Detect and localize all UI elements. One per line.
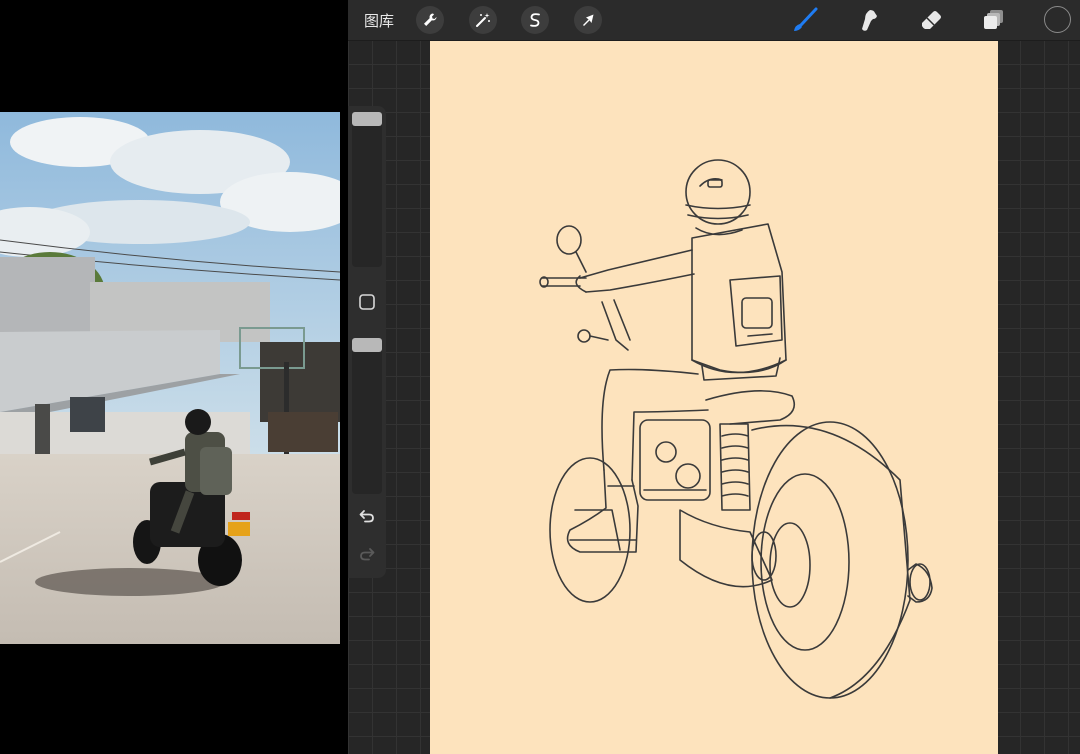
adjustments-button[interactable] xyxy=(469,6,497,34)
modify-button[interactable] xyxy=(357,292,377,312)
opacity-knob[interactable] xyxy=(352,338,382,352)
eraser-icon xyxy=(922,11,941,29)
smudge-tool[interactable] xyxy=(852,4,884,36)
smudge-icon xyxy=(862,10,877,31)
top-toolbar: 图库 xyxy=(348,0,1080,41)
brush-size-slider[interactable] xyxy=(352,112,382,267)
color-picker-button[interactable] xyxy=(1044,6,1071,33)
drawing-canvas[interactable] xyxy=(430,40,998,754)
procreate-app: 图库 xyxy=(348,0,1080,754)
selection-button[interactable] xyxy=(521,6,549,34)
reference-photo xyxy=(0,112,340,644)
sidebar xyxy=(348,106,386,578)
wrench-icon xyxy=(424,13,437,26)
layers-icon xyxy=(984,10,1003,29)
undo-icon xyxy=(359,510,374,523)
modify-square-icon xyxy=(359,294,375,310)
gallery-button[interactable]: 图库 xyxy=(364,10,394,31)
redo-button[interactable] xyxy=(357,544,377,564)
opacity-slider[interactable] xyxy=(352,338,382,494)
arrow-cursor-icon xyxy=(583,14,594,26)
transform-button[interactable] xyxy=(574,6,602,34)
actions-button[interactable] xyxy=(416,6,444,34)
brush-icon xyxy=(794,7,818,31)
brush-size-knob[interactable] xyxy=(352,112,382,126)
redo-icon xyxy=(360,548,375,561)
brush-tool[interactable] xyxy=(789,4,821,36)
layers-tool[interactable] xyxy=(978,4,1010,36)
undo-button[interactable] xyxy=(357,506,377,526)
selection-s-icon xyxy=(530,13,540,27)
eraser-tool[interactable] xyxy=(915,4,947,36)
magic-wand-icon xyxy=(476,13,490,27)
